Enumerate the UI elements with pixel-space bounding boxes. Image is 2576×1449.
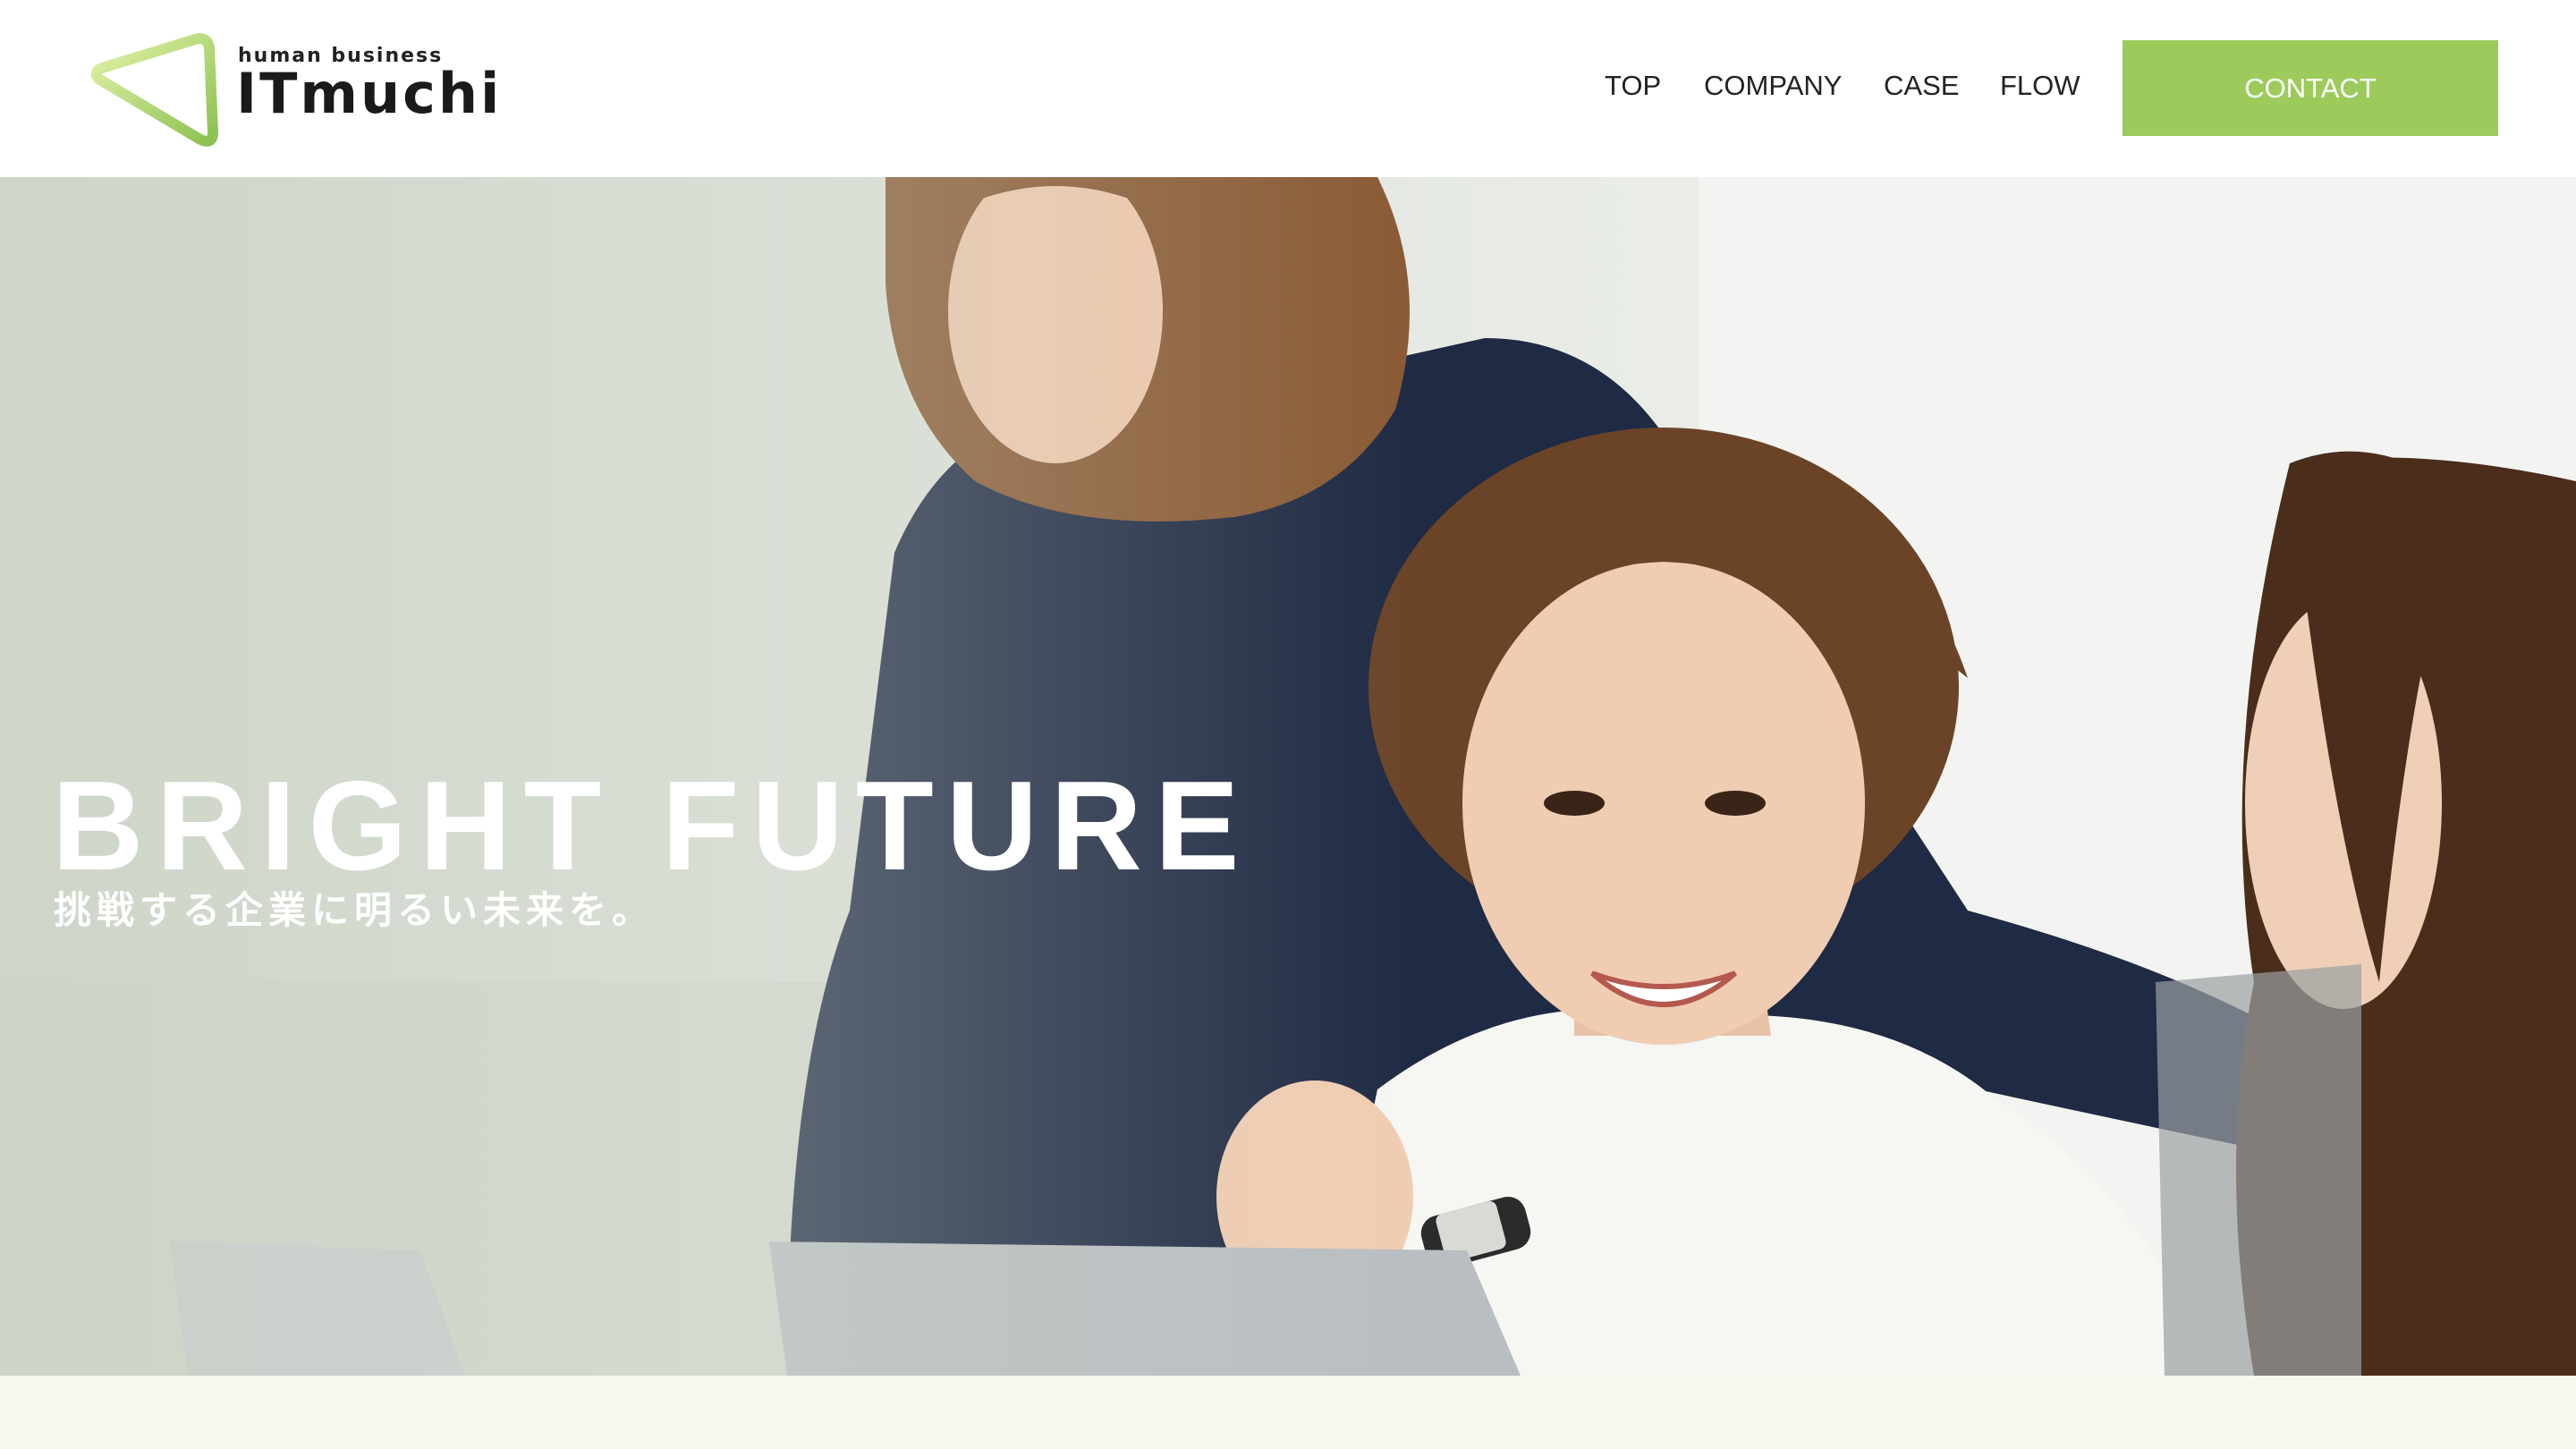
hero-subtitle: 挑戦する企業に明るい未来を。 bbox=[54, 888, 656, 932]
nav-case[interactable]: CASE bbox=[1884, 72, 1959, 99]
logo-wordmark: ITmuchi bbox=[236, 61, 503, 126]
nav-flow[interactable]: FLOW bbox=[2000, 72, 2080, 99]
nav-top[interactable]: TOP bbox=[1605, 72, 1661, 99]
contact-button[interactable]: CONTACT bbox=[2123, 40, 2498, 136]
nav-company[interactable]: COMPANY bbox=[1704, 72, 1842, 99]
logo-triangle-icon bbox=[90, 33, 218, 147]
site-header: human business ITmuchi TOP COMPANY CASE … bbox=[0, 0, 2576, 177]
logo[interactable]: human business ITmuchi bbox=[88, 32, 499, 148]
next-section-band bbox=[0, 1376, 2576, 1449]
hero-section: BRIGHT FUTURE 挑戦する企業に明るい未来を。 bbox=[0, 177, 2576, 1376]
hero-title: BRIGHT FUTURE bbox=[52, 755, 1252, 898]
